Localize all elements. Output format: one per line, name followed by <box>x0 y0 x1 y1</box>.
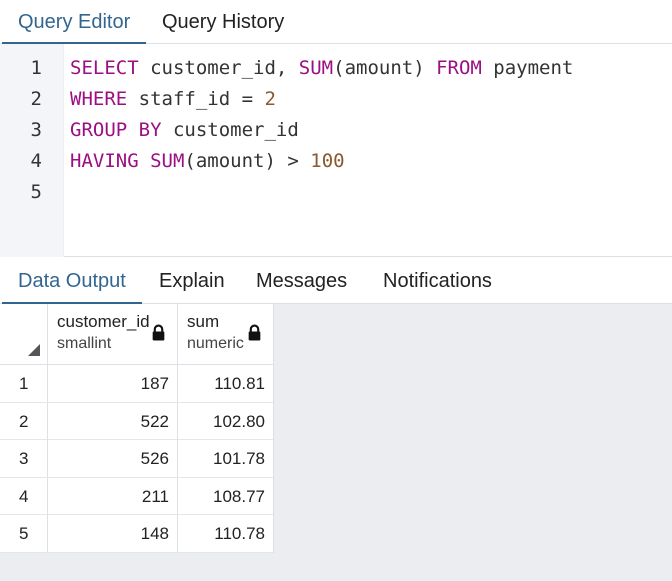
cell-customer-id[interactable]: 522 <box>48 402 178 440</box>
cell-customer-id[interactable]: 526 <box>48 440 178 477</box>
tab-notifications[interactable]: Notifications <box>367 258 508 304</box>
cell-sum[interactable]: 108.77 <box>178 477 274 515</box>
grid-header: customer_id smallint sum numeric <box>0 304 274 365</box>
row-number[interactable]: 1 <box>0 365 48 402</box>
output-tabbar: Data Output Explain Messages Notificatio… <box>0 258 672 305</box>
table-row[interactable]: 3 526 101.78 <box>0 440 274 478</box>
cell-customer-id[interactable]: 187 <box>48 365 178 402</box>
table-row[interactable]: 5 148 110.78 <box>0 515 274 553</box>
code-line[interactable]: GROUP BY customer_id <box>70 115 299 146</box>
row-number[interactable]: 5 <box>0 515 48 552</box>
select-all-triangle-icon <box>28 344 40 356</box>
code-number: 2 <box>264 88 276 110</box>
code-token: customer_id, <box>138 57 299 79</box>
line-number-gutter: 1 2 3 4 5 <box>0 44 64 257</box>
code-keyword: HAVING <box>70 150 139 172</box>
code-keyword: WHERE <box>70 88 128 110</box>
select-all-corner[interactable] <box>0 304 48 365</box>
tab-data-output[interactable]: Data Output <box>2 258 142 305</box>
code-line[interactable]: WHERE staff_id = 2 <box>70 84 276 115</box>
column-header-sum[interactable]: sum numeric <box>178 304 274 365</box>
tab-messages[interactable]: Messages <box>240 258 363 304</box>
column-header-customer-id[interactable]: customer_id smallint <box>48 304 178 365</box>
line-number: 5 <box>30 181 42 203</box>
row-number[interactable]: 2 <box>0 402 48 440</box>
code-token: staff_id = <box>127 88 265 110</box>
sql-editor[interactable]: 1 2 3 4 5 SELECT customer_id, SUM(amount… <box>0 44 672 257</box>
code-keyword: GROUP BY <box>70 119 162 141</box>
code-token: (amount) <box>333 57 437 79</box>
row-number[interactable]: 4 <box>0 477 48 515</box>
code-keyword: SUM <box>150 150 185 172</box>
code-token: payment <box>481 57 574 79</box>
code-keyword: SELECT <box>70 57 139 79</box>
lock-icon <box>152 324 165 341</box>
code-number: 100 <box>310 150 345 172</box>
tab-query-history[interactable]: Query History <box>146 0 300 44</box>
cell-sum[interactable]: 110.78 <box>178 515 274 552</box>
code-line[interactable]: SELECT customer_id, SUM(amount) FROM pay… <box>70 53 573 84</box>
table-row[interactable]: 2 522 102.80 <box>0 402 274 440</box>
table-row[interactable]: 1 187 110.81 <box>0 365 274 403</box>
code-token: (amount) > <box>184 150 311 172</box>
tab-query-editor[interactable]: Query Editor <box>2 0 147 45</box>
cell-sum[interactable]: 110.81 <box>178 365 274 402</box>
tab-explain[interactable]: Explain <box>143 258 241 304</box>
cell-customer-id[interactable]: 148 <box>48 515 178 552</box>
data-output-panel: customer_id smallint sum numeric 1 187 1… <box>0 304 672 581</box>
code-keyword: SUM <box>298 57 334 79</box>
table-row[interactable]: 4 211 108.77 <box>0 477 274 515</box>
cell-sum[interactable]: 102.80 <box>178 402 274 440</box>
code-line[interactable]: HAVING SUM(amount) > 100 <box>70 146 345 177</box>
cell-sum[interactable]: 101.78 <box>178 440 274 477</box>
line-number: 3 <box>30 119 42 141</box>
row-number[interactable]: 3 <box>0 440 48 477</box>
line-number: 2 <box>30 88 42 110</box>
line-number: 4 <box>30 150 42 172</box>
code-token: customer_id <box>161 119 299 141</box>
editor-tabbar: Query Editor Query History <box>0 0 672 45</box>
code-keyword: FROM <box>436 57 482 79</box>
line-number: 1 <box>30 57 42 79</box>
lock-icon <box>248 324 261 341</box>
result-grid: customer_id smallint sum numeric 1 187 1… <box>0 304 274 553</box>
cell-customer-id[interactable]: 211 <box>48 477 178 515</box>
